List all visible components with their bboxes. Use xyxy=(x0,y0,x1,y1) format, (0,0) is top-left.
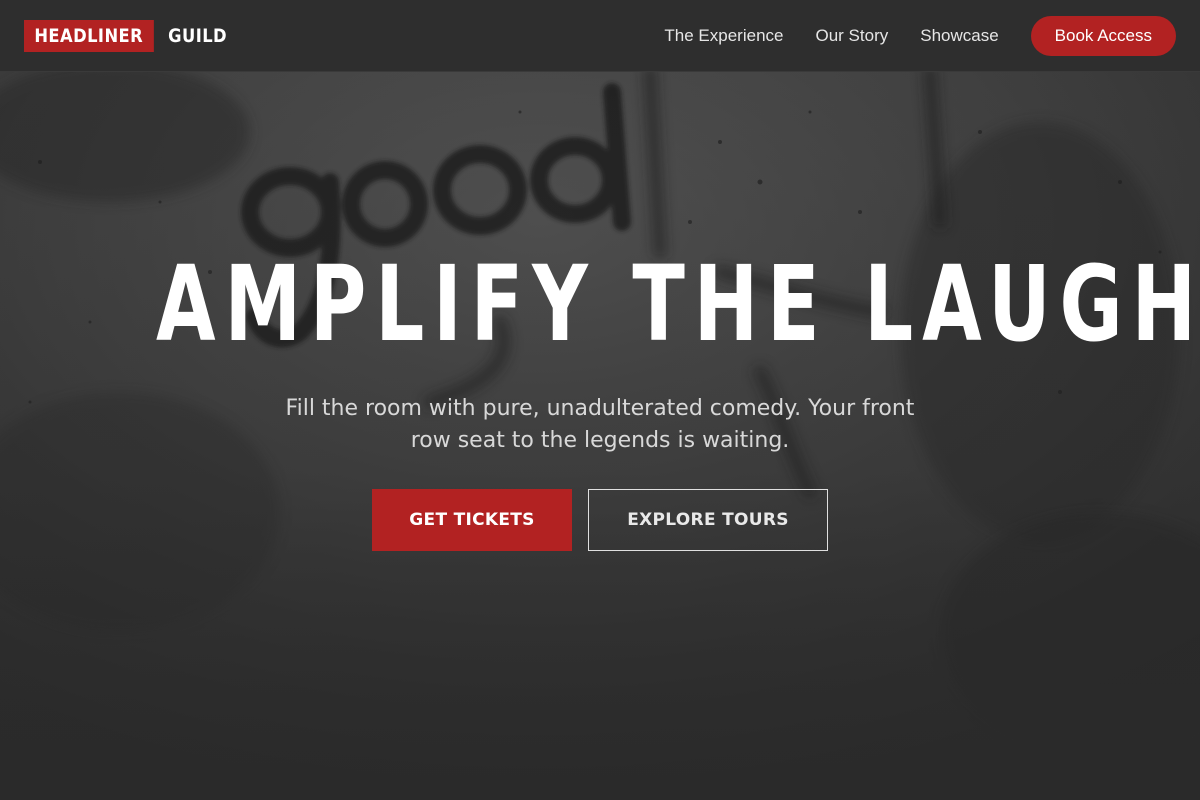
hero-content: AMPLIFY THE LAUGHTER Fill the room with … xyxy=(0,72,1200,800)
hero-section: AMPLIFY THE LAUGHTER Fill the room with … xyxy=(0,72,1200,800)
brand-logo[interactable]: HEADLINER GUILD xyxy=(24,19,237,52)
nav-link-our-story[interactable]: Our Story xyxy=(815,26,888,46)
top-navbar: HEADLINER GUILD The Experience Our Story… xyxy=(0,0,1200,72)
hero-title: AMPLIFY THE LAUGHTER xyxy=(156,243,1200,365)
hero-actions: GET TICKETS EXPLORE TOURS xyxy=(0,489,1200,551)
hero-subtitle: Fill the room with pure, unadulterated c… xyxy=(285,396,915,453)
explore-tours-button[interactable]: EXPLORE TOURS xyxy=(588,489,828,551)
nav-link-experience[interactable]: The Experience xyxy=(664,26,783,46)
get-tickets-button[interactable]: GET TICKETS xyxy=(372,489,572,551)
nav-links: The Experience Our Story Showcase Book A… xyxy=(632,15,1176,56)
logo-secondary-text: GUILD xyxy=(167,24,227,47)
nav-link-showcase[interactable]: Showcase xyxy=(920,26,998,46)
book-access-button[interactable]: Book Access xyxy=(1030,15,1176,56)
logo-primary-text: HEADLINER xyxy=(24,19,154,52)
